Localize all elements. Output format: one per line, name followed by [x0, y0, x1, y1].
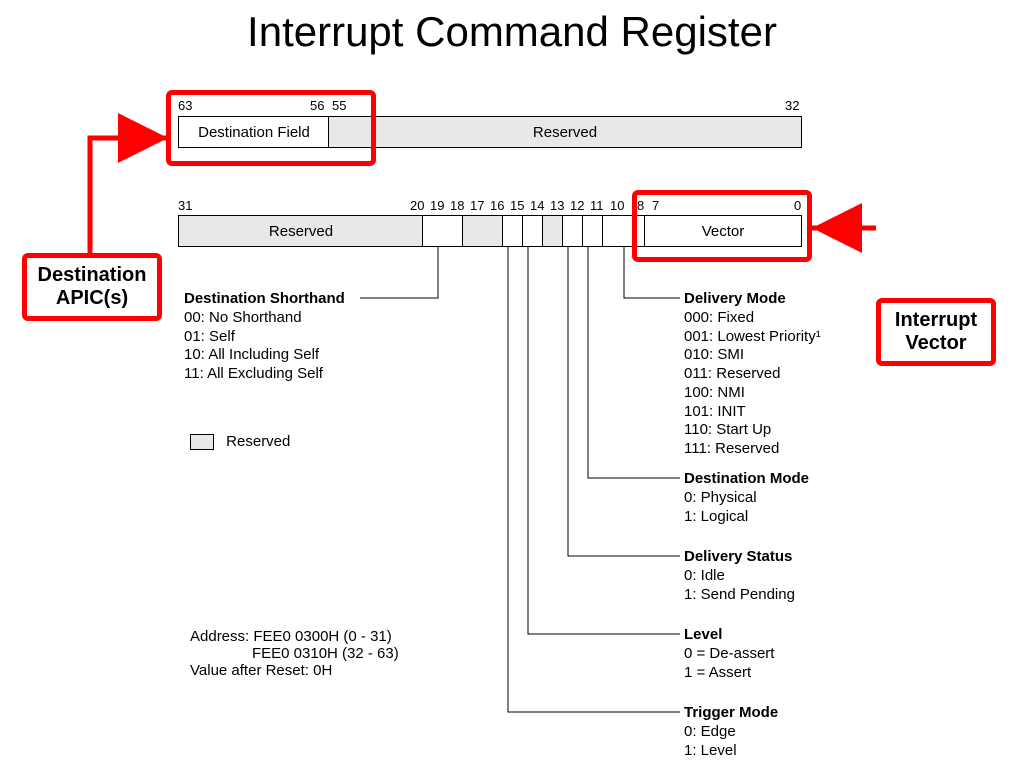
- page-title: Interrupt Command Register: [0, 8, 1024, 56]
- bit-label-17: 17: [470, 198, 484, 213]
- reset-value: Value after Reset: 0H: [190, 662, 399, 679]
- legend-swatch: [190, 434, 214, 450]
- bit-label-12: 12: [570, 198, 584, 213]
- bit-label-56: 56: [310, 98, 324, 113]
- bit-label-11: 11: [590, 198, 604, 213]
- desc-destination-shorthand-hd: Destination Shorthand: [184, 290, 384, 309]
- bit-label-7: 7: [652, 198, 659, 213]
- bit-label-0: 0: [794, 198, 801, 213]
- bit-label-13: 13: [550, 198, 564, 213]
- bit-label-31: 31: [178, 198, 192, 213]
- field-bits-10-8: [602, 215, 646, 247]
- field-bits-17-16: [462, 215, 504, 247]
- field-vector: Vector: [644, 215, 802, 247]
- bit-label-10: 10: [610, 198, 624, 213]
- field-bit-14: [522, 215, 544, 247]
- field-bit-11: [582, 215, 604, 247]
- field-bits-19-18: [422, 215, 464, 247]
- desc-destination-shorthand: Destination Shorthand 00: No Shorthand 0…: [184, 290, 384, 384]
- desc-delivery-status: Delivery Status 0: Idle 1: Send Pending: [684, 548, 795, 604]
- legend-reserved: Reserved: [190, 433, 290, 450]
- desc-delivery-mode: Delivery Mode 000: Fixed 001: Lowest Pri…: [684, 290, 894, 459]
- bit-label-20: 20: [410, 198, 424, 213]
- field-reserved-high: Reserved: [328, 116, 802, 148]
- field-bit-12: [562, 215, 584, 247]
- field-reserved-31-20: Reserved: [178, 215, 424, 247]
- field-bit-13: [542, 215, 564, 247]
- address-block: Address: FEE0 0300H (0 - 31) FEE0 0310H …: [190, 628, 399, 679]
- legend-label: Reserved: [226, 433, 290, 450]
- bit-label-18: 18: [450, 198, 464, 213]
- bit-label-55: 55: [332, 98, 346, 113]
- desc-trigger-mode: Trigger Mode 0: Edge 1: Level: [684, 704, 778, 760]
- bit-label-15: 15: [510, 198, 524, 213]
- desc-level: Level 0 = De-assert 1 = Assert: [684, 626, 774, 682]
- address-line-2: FEE0 0310H (32 - 63): [190, 645, 399, 662]
- callout-destination-apics-text: Destination APIC(s): [38, 264, 147, 309]
- desc-delivery-mode-hd: Delivery Mode: [684, 290, 894, 309]
- bit-label-14: 14: [530, 198, 544, 213]
- bit-label-63: 63: [178, 98, 192, 113]
- field-bit-15: [502, 215, 524, 247]
- callout-destination-apics: Destination APIC(s): [22, 253, 162, 321]
- callout-interrupt-vector: Interrupt Vector: [876, 298, 996, 366]
- bit-label-19: 19: [430, 198, 444, 213]
- address-line-1: Address: FEE0 0300H (0 - 31): [190, 628, 399, 645]
- field-destination: Destination Field: [178, 116, 330, 148]
- bit-label-8: 8: [637, 198, 644, 213]
- callout-interrupt-vector-text: Interrupt Vector: [895, 309, 977, 354]
- bit-label-32: 32: [785, 98, 799, 113]
- bit-label-16: 16: [490, 198, 504, 213]
- desc-destination-mode: Destination Mode 0: Physical 1: Logical: [684, 470, 809, 526]
